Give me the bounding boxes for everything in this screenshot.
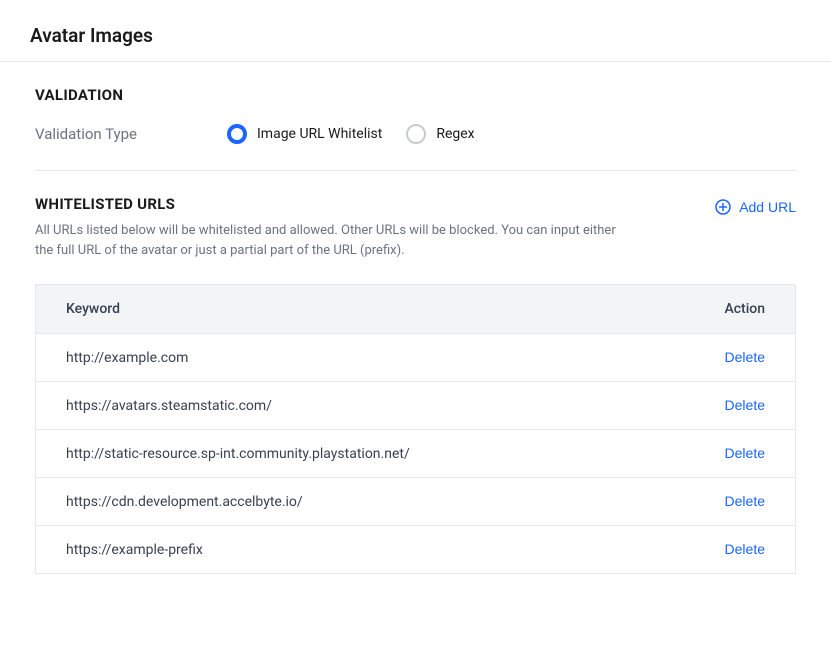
delete-button[interactable]: Delete — [725, 493, 765, 509]
delete-button[interactable]: Delete — [725, 541, 765, 557]
whitelist-section: WHITELISTED URLS All URLs listed below w… — [35, 195, 796, 574]
validation-heading: VALIDATION — [35, 86, 796, 104]
keyword-cell: http://static-resource.sp-int.community.… — [36, 430, 676, 478]
page-title: Avatar Images — [0, 0, 831, 61]
action-cell: Delete — [676, 526, 796, 574]
radio-whitelist-label: Image URL Whitelist — [257, 126, 382, 142]
radio-unselected-icon — [406, 124, 426, 144]
validation-type-radio-group: Image URL Whitelist Regex — [227, 124, 475, 144]
radio-selected-icon — [227, 124, 247, 144]
validation-type-row: Validation Type Image URL Whitelist Rege… — [35, 124, 796, 144]
table-row: https://example-prefix Delete — [36, 526, 796, 574]
whitelist-header-left: WHITELISTED URLS All URLs listed below w… — [35, 195, 635, 260]
content-area: VALIDATION Validation Type Image URL Whi… — [0, 62, 831, 574]
table-row: https://avatars.steamstatic.com/ Delete — [36, 382, 796, 430]
table-row: http://example.com Delete — [36, 334, 796, 382]
keyword-cell: https://example-prefix — [36, 526, 676, 574]
table-header-row: Keyword Action — [36, 285, 796, 334]
section-divider — [35, 170, 796, 171]
validation-type-label: Validation Type — [35, 125, 215, 143]
keyword-cell: https://cdn.development.accelbyte.io/ — [36, 478, 676, 526]
delete-button[interactable]: Delete — [725, 397, 765, 413]
add-url-label: Add URL — [739, 199, 796, 215]
radio-regex-label: Regex — [436, 126, 474, 142]
delete-button[interactable]: Delete — [725, 445, 765, 461]
validation-section: VALIDATION Validation Type Image URL Whi… — [35, 86, 796, 144]
radio-regex[interactable]: Regex — [406, 124, 474, 144]
column-keyword: Keyword — [36, 285, 676, 334]
whitelist-header: WHITELISTED URLS All URLs listed below w… — [35, 195, 796, 260]
plus-circle-icon — [715, 199, 731, 215]
action-cell: Delete — [676, 430, 796, 478]
column-action: Action — [676, 285, 796, 334]
delete-button[interactable]: Delete — [725, 349, 765, 365]
table-row: https://cdn.development.accelbyte.io/ De… — [36, 478, 796, 526]
action-cell: Delete — [676, 334, 796, 382]
keyword-cell: https://avatars.steamstatic.com/ — [36, 382, 676, 430]
whitelist-description: All URLs listed below will be whiteliste… — [35, 221, 635, 260]
whitelist-heading: WHITELISTED URLS — [35, 195, 635, 213]
table-row: http://static-resource.sp-int.community.… — [36, 430, 796, 478]
keyword-cell: http://example.com — [36, 334, 676, 382]
add-url-button[interactable]: Add URL — [715, 195, 796, 219]
action-cell: Delete — [676, 478, 796, 526]
action-cell: Delete — [676, 382, 796, 430]
radio-image-url-whitelist[interactable]: Image URL Whitelist — [227, 124, 382, 144]
url-table: Keyword Action http://example.com Delete… — [35, 284, 796, 574]
